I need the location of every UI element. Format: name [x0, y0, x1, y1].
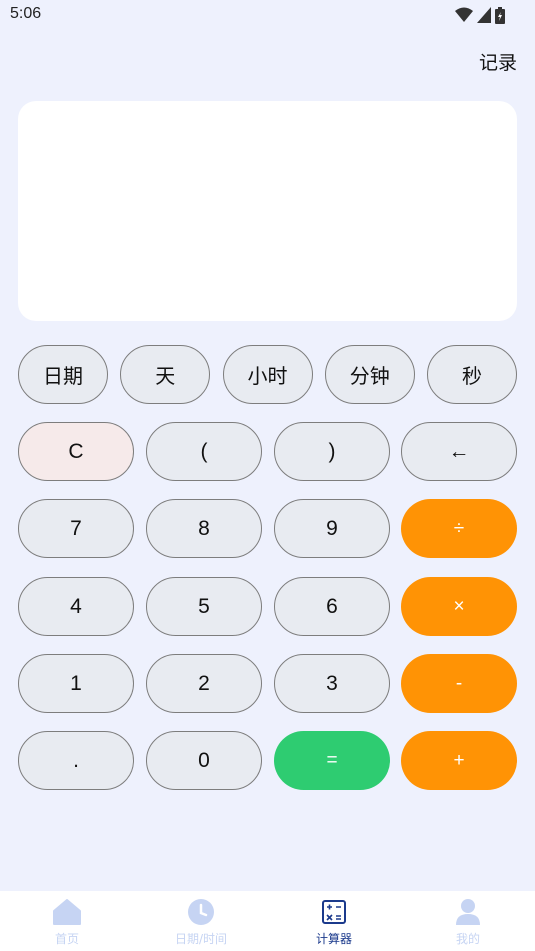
tab-profile[interactable]: 我的	[401, 891, 535, 951]
home-icon	[52, 897, 82, 927]
unit-row: 日期 天 小时 分钟 秒	[18, 345, 517, 404]
multiply-button[interactable]: ×	[401, 577, 517, 636]
unit-button-day[interactable]: 天	[120, 345, 211, 404]
digit-7-button[interactable]: 7	[18, 499, 134, 558]
backspace-button[interactable]: ←	[401, 422, 517, 481]
plus-button[interactable]: +	[401, 731, 517, 790]
digit-9-button[interactable]: 9	[274, 499, 390, 558]
minus-button[interactable]: -	[401, 654, 517, 713]
unit-button-date[interactable]: 日期	[18, 345, 108, 404]
digit-5-button[interactable]: 5	[146, 577, 262, 636]
battery-icon	[495, 6, 505, 24]
user-icon	[453, 897, 483, 927]
divide-button[interactable]: ÷	[401, 499, 517, 558]
digit-8-button[interactable]: 8	[146, 499, 262, 558]
tab-date-time[interactable]: 日期/时间	[134, 891, 268, 951]
digit-3-button[interactable]: 3	[274, 654, 390, 713]
unit-button-second[interactable]: 秒	[427, 345, 517, 404]
digit-0-button[interactable]: 0	[146, 731, 262, 790]
unit-button-hour[interactable]: 小时	[222, 345, 313, 404]
right-paren-button[interactable]: )	[274, 422, 390, 481]
bottom-tab-bar: 首页 日期/时间 计算器 我的	[0, 891, 535, 951]
status-time: 5:06	[10, 5, 42, 22]
calculator-display	[18, 101, 517, 321]
tab-label: 日期/时间	[174, 932, 228, 946]
left-paren-button[interactable]: (	[146, 422, 262, 481]
digit-2-button[interactable]: 2	[146, 654, 262, 713]
tab-calculator[interactable]: 计算器	[267, 891, 401, 951]
clear-button[interactable]: C	[18, 422, 134, 481]
unit-button-minute[interactable]: 分钟	[324, 345, 415, 404]
status-icons	[455, 6, 505, 24]
signal-icon	[477, 7, 491, 23]
digit-4-button[interactable]: 4	[18, 577, 134, 636]
tab-label: 首页	[54, 932, 79, 946]
tab-home[interactable]: 首页	[0, 891, 134, 951]
record-link[interactable]: 记录	[479, 48, 517, 75]
calculator-icon	[319, 897, 349, 927]
clock-icon	[186, 897, 216, 927]
decimal-button[interactable]: .	[18, 731, 134, 790]
tab-label: 计算器	[315, 932, 352, 946]
tab-label: 我的	[455, 932, 480, 946]
equals-button[interactable]: =	[274, 731, 390, 790]
wifi-icon	[455, 7, 473, 22]
digit-6-button[interactable]: 6	[274, 577, 390, 636]
status-bar: 5:06	[0, 0, 535, 30]
digit-1-button[interactable]: 1	[18, 654, 134, 713]
